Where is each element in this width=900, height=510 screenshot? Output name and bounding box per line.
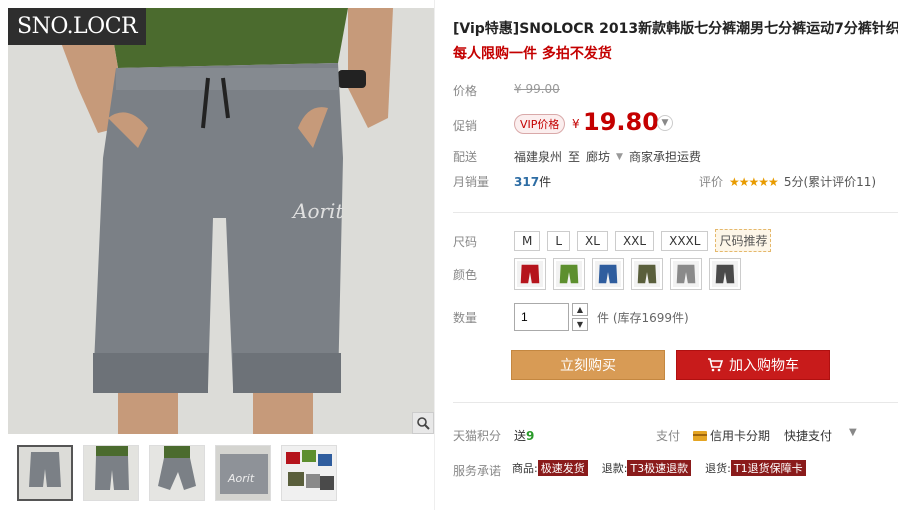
brand-logo: SNO.LOCR xyxy=(8,8,147,45)
color-swatch-red[interactable] xyxy=(514,258,546,290)
service-promises: 商品: 极速发货 退款: T3极速退款 退货: T1退货保障卡 xyxy=(512,460,806,476)
ship-from: 福建泉州 xyxy=(514,150,563,164)
promise-item[interactable]: 商品: 极速发货 xyxy=(512,460,588,476)
promise-tag: T3极速退款 xyxy=(627,460,692,476)
promise-tag: 极速发货 xyxy=(537,460,588,476)
ship-destination[interactable]: 廊坊 xyxy=(586,148,610,165)
shipping-label: 配送 xyxy=(453,150,478,164)
ship-fee: 商家承担运费 xyxy=(628,150,701,164)
thumbnail-3[interactable] xyxy=(149,445,205,501)
thumbnail-2[interactable] xyxy=(83,445,139,501)
section-divider xyxy=(453,402,898,403)
ship-to-word: 至 xyxy=(568,150,581,164)
promise-tag: T1退货保障卡 xyxy=(730,460,806,476)
original-price: ¥ 99.00 xyxy=(514,82,560,96)
promise-prefix: 退货: xyxy=(705,462,731,475)
size-option[interactable]: XXXL xyxy=(661,230,709,251)
pay-label: 支付 xyxy=(656,429,681,443)
zoom-icon[interactable] xyxy=(412,412,434,434)
promise-item[interactable]: 退款: T3极速退款 xyxy=(601,460,692,476)
color-swatch-dark-gray[interactable] xyxy=(709,258,741,290)
size-option[interactable]: M xyxy=(514,230,541,251)
thumbnail-strip: Aorit xyxy=(17,445,337,501)
quantity-increase-icon[interactable]: ▲ xyxy=(572,303,588,316)
size-option[interactable]: L xyxy=(547,230,571,251)
stock-info: 件 (库存1699件) xyxy=(597,311,689,325)
quantity-decrease-icon[interactable]: ▼ xyxy=(572,318,588,331)
points-value: 送9 xyxy=(514,427,534,444)
promo-label: 促销 xyxy=(453,119,478,133)
service-label: 服务承诺 xyxy=(453,464,502,478)
panel-divider xyxy=(434,0,435,510)
price-label: 价格 xyxy=(453,84,478,98)
pay-installment[interactable]: 信用卡分期 xyxy=(693,427,770,444)
sales-label: 月销量 xyxy=(453,175,490,189)
add-to-cart-button[interactable]: 加入购物车 xyxy=(676,350,830,380)
main-product-image[interactable]: Aorit SNO.LOCR xyxy=(8,8,434,434)
product-title: [Vip特惠]SNOLOCR 2013新款韩版七分裤潮男七分裤运动7分裤针织裤 xyxy=(453,21,898,37)
color-swatch-gray[interactable] xyxy=(670,258,702,290)
cart-icon xyxy=(708,358,723,372)
current-price: 19.80 xyxy=(583,108,659,136)
svg-text:Aorit: Aorit xyxy=(291,199,344,223)
review-score[interactable]: 5分(累计评价11) xyxy=(784,173,876,190)
color-swatch-green[interactable] xyxy=(553,258,585,290)
promise-prefix: 商品: xyxy=(512,462,538,475)
color-swatch-army-green[interactable] xyxy=(631,258,663,290)
color-options xyxy=(514,258,741,290)
pay-installment-label: 信用卡分期 xyxy=(710,429,771,443)
add-to-cart-label: 加入购物车 xyxy=(729,358,799,374)
pay-fast[interactable]: 快捷支付 xyxy=(784,427,832,444)
sales-unit: 件 xyxy=(539,175,552,189)
sales-count: 317 xyxy=(514,175,540,189)
thumbnail-5[interactable] xyxy=(281,445,337,501)
review-label: 评价 xyxy=(699,175,724,189)
shipping-info: 福建泉州 至 廊坊 ▼ 商家承担运费 xyxy=(514,148,701,165)
color-swatch-blue[interactable] xyxy=(592,258,624,290)
section-divider xyxy=(453,212,898,213)
promise-prefix: 退款: xyxy=(601,462,628,475)
shorts-photo: Aorit xyxy=(8,8,434,434)
thumbnail-1[interactable] xyxy=(17,445,73,501)
chevron-down-icon[interactable]: ▼ xyxy=(849,427,857,438)
size-label: 尺码 xyxy=(453,235,478,249)
monthly-sales: 317件 xyxy=(514,173,551,190)
svg-text:Aorit: Aorit xyxy=(227,472,255,485)
review-summary[interactable]: 评价 ★★★★★ 5分(累计评价11) xyxy=(699,173,876,190)
promise-item[interactable]: 退货: T1退货保障卡 xyxy=(705,460,806,476)
size-guide-link[interactable]: 尺码推荐 xyxy=(715,229,772,252)
size-options: M L XL XXL XXXL 尺码推荐 xyxy=(514,229,772,252)
credit-card-icon xyxy=(693,430,707,441)
quantity-label: 数量 xyxy=(453,311,478,325)
product-subtitle: 每人限购一件 多拍不发货 xyxy=(453,46,612,62)
vip-price-badge: VIP价格 xyxy=(514,114,566,134)
size-option[interactable]: XL xyxy=(577,230,608,251)
size-option[interactable]: XXL xyxy=(614,230,655,251)
chevron-down-icon[interactable]: ▼ xyxy=(657,115,673,131)
points-number: 9 xyxy=(526,429,535,443)
quantity-input[interactable] xyxy=(514,303,569,331)
thumbnail-4[interactable]: Aorit xyxy=(215,445,271,501)
buy-now-button[interactable]: 立刻购买 xyxy=(511,350,665,380)
points-prefix: 送 xyxy=(514,429,527,443)
color-label: 颜色 xyxy=(453,268,478,282)
star-rating-icon: ★★★★★ xyxy=(729,174,779,189)
points-label: 天猫积分 xyxy=(453,429,502,443)
destination-dropdown-icon[interactable]: ▼ xyxy=(616,152,623,162)
currency-symbol: ¥ xyxy=(572,117,580,131)
